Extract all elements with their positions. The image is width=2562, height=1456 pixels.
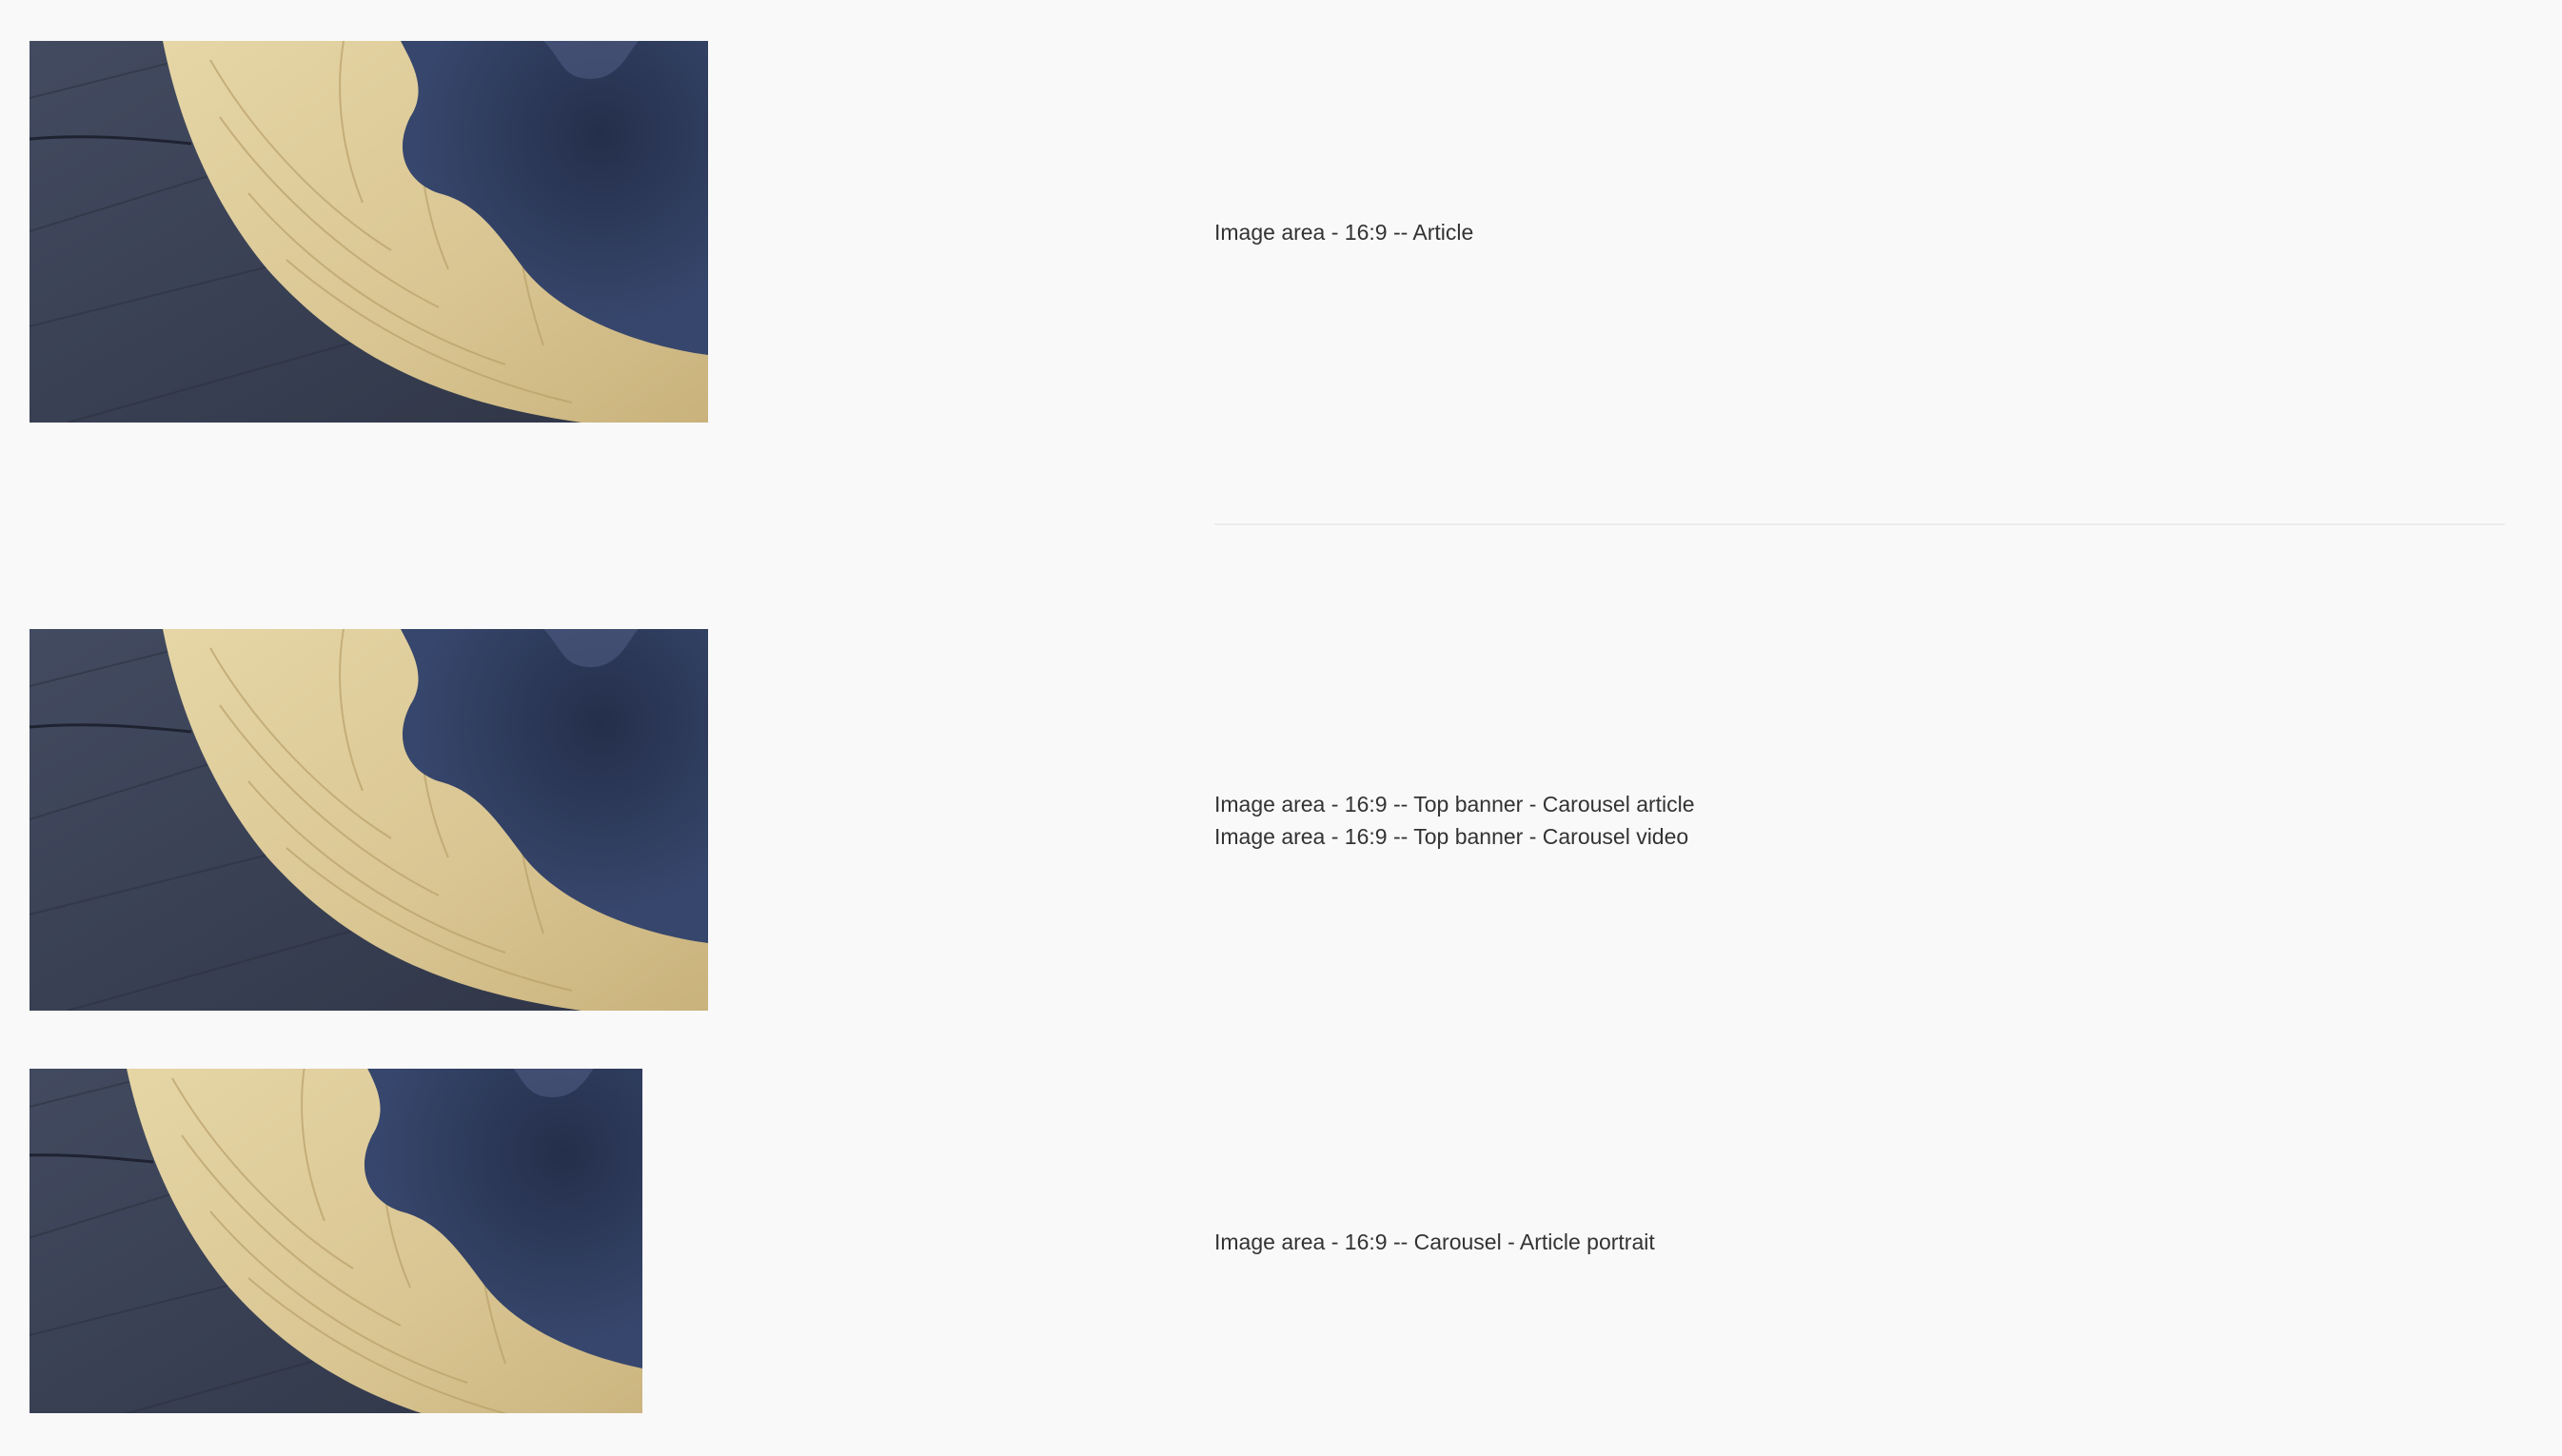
caption-top-banner: Image area - 16:9 -- Top banner - Carous…: [1214, 788, 1695, 853]
dune-image-article[interactable]: [30, 41, 708, 423]
section-divider: [1214, 523, 2505, 525]
dune-image-top-banner[interactable]: [30, 629, 708, 1011]
caption-line: Image area - 16:9 -- Article: [1214, 220, 1474, 245]
caption-carousel-portrait: Image area - 16:9 -- Carousel - Article …: [1214, 1226, 1655, 1258]
dune-image-carousel-portrait[interactable]: [30, 1069, 642, 1413]
caption-line: Image area - 16:9 -- Carousel - Article …: [1214, 1230, 1655, 1254]
caption-line: Image area - 16:9 -- Top banner - Carous…: [1214, 824, 1689, 849]
caption-article: Image area - 16:9 -- Article: [1214, 216, 1473, 248]
caption-line: Image area - 16:9 -- Top banner - Carous…: [1214, 792, 1695, 817]
